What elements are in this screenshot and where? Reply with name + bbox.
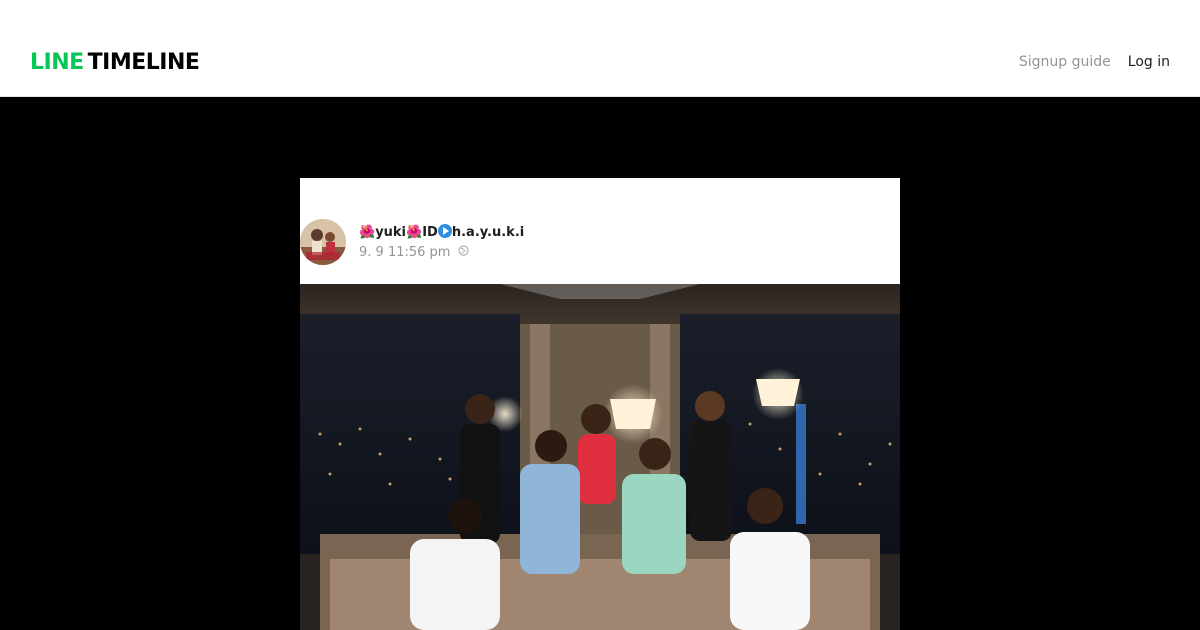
post-card: 🌺yuki🌺ID h.a.y.u.k.i 9. 9 11:56 pm — [300, 178, 900, 630]
header-nav: Signup guide Log in — [1019, 52, 1170, 72]
site-header: LINE TIMELINE Signup guide Log in — [0, 0, 1200, 97]
post-meta: 9. 9 11:56 pm — [359, 244, 469, 262]
logo-line-text: LINE — [30, 50, 84, 75]
logo-timeline-text: TIMELINE — [87, 50, 200, 75]
author-avatar[interactable] — [300, 219, 346, 265]
author-id-label: ID — [422, 225, 438, 240]
flower-icon: 🌺 — [359, 225, 376, 240]
play-icon — [437, 224, 452, 238]
globe-icon — [457, 244, 469, 262]
author-name[interactable]: 🌺yuki🌺ID h.a.y.u.k.i — [359, 224, 524, 242]
author-name-part-2: h.a.y.u.k.i — [451, 225, 525, 240]
author-name-part-1: yuki — [375, 225, 407, 240]
post-timestamp: 9. 9 11:56 pm — [359, 245, 451, 260]
post-header: 🌺yuki🌺ID h.a.y.u.k.i 9. 9 11:56 pm — [300, 178, 900, 284]
line-timeline-logo[interactable]: LINE TIMELINE — [30, 50, 200, 76]
signup-guide-link[interactable]: Signup guide — [1019, 52, 1111, 72]
login-link[interactable]: Log in — [1128, 52, 1170, 72]
post-photo[interactable] — [300, 284, 900, 630]
flower-icon: 🌺 — [406, 225, 423, 240]
